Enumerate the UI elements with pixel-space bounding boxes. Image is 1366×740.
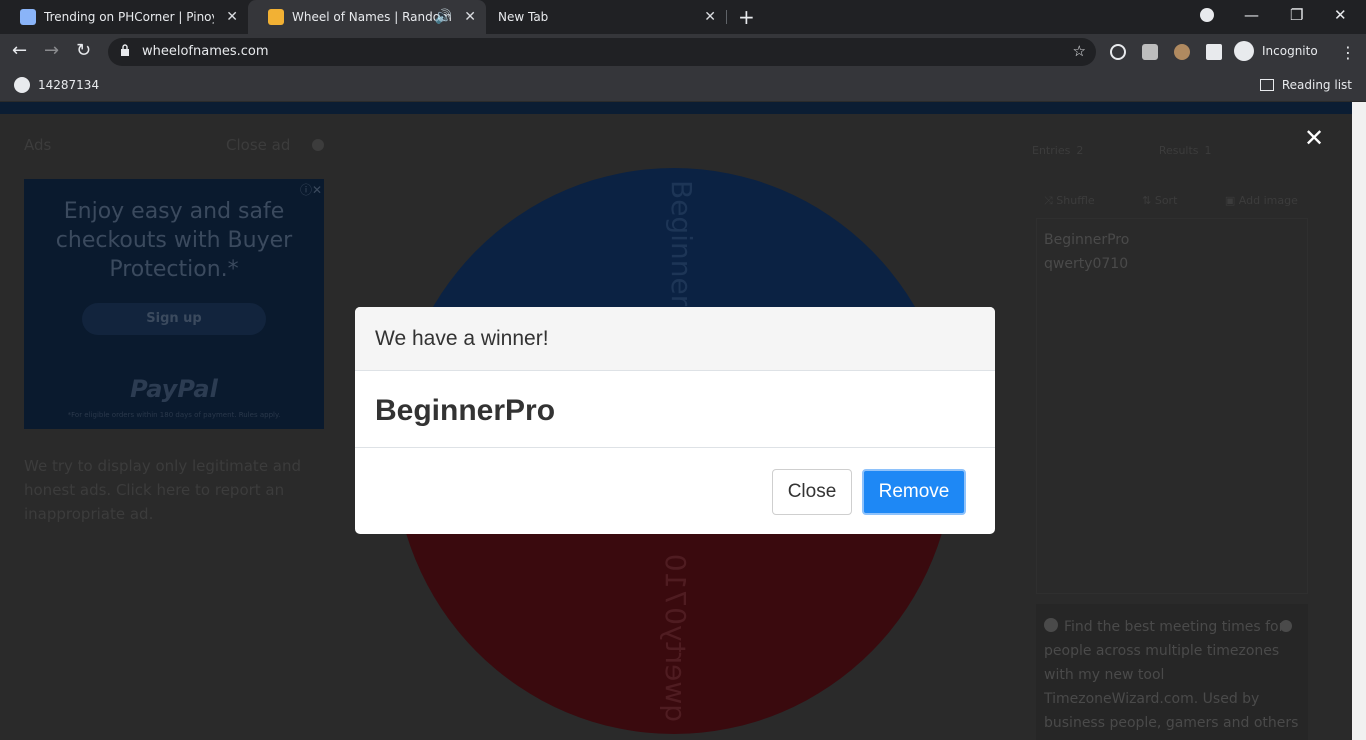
lock-icon — [121, 44, 129, 56]
tab-entries-label: Entries — [1032, 144, 1071, 157]
close-ad-link[interactable]: Close ad — [226, 136, 290, 154]
browser-toolbar: ← → ↻ wheelofnames.com ☆ Incognito ⋮ — [0, 34, 1366, 70]
tab-entries[interactable]: Entries 2 — [1032, 144, 1119, 157]
tab-phcorner[interactable]: Trending on PHCorner | Pinoy Int ✕ — [0, 0, 248, 34]
ad-signup-button[interactable]: Sign up — [82, 303, 266, 335]
new-tab-button[interactable]: + — [738, 5, 755, 29]
cookie-extension-icon[interactable] — [1174, 44, 1190, 60]
tab-search-icon[interactable] — [1200, 8, 1214, 22]
ad-headline: Enjoy easy and safe checkouts with Buyer… — [55, 199, 293, 282]
shuffle-label: Shuffle — [1056, 194, 1095, 207]
bookmark-label: 14287134 — [38, 78, 100, 92]
camera-extension-icon[interactable] — [1142, 44, 1158, 60]
sort-label: Sort — [1154, 194, 1178, 207]
winner-name: BeginnerPro — [375, 394, 556, 427]
close-tab-icon[interactable]: ✕ — [226, 9, 238, 25]
tab-separator — [726, 10, 727, 24]
winner-dialog: We have a winner! BeginnerPro Close Remo… — [355, 307, 995, 534]
ad-banner[interactable]: ⓘ✕ Enjoy easy and safe checkouts with Bu… — [24, 179, 324, 429]
overlay-close-icon[interactable]: ✕ — [1304, 126, 1324, 150]
tab-results-label: Results — [1158, 144, 1199, 157]
forward-icon[interactable]: → — [44, 40, 59, 61]
incognito-label: Incognito — [1262, 44, 1318, 58]
incognito-icon — [1234, 41, 1254, 61]
tab-title: New Tab — [498, 10, 549, 24]
panel-tabs: Entries 2 Results 1 — [1032, 144, 1284, 157]
ad-fine-print: *For eligible orders within 180 days of … — [67, 411, 281, 419]
ad-disclaimer[interactable]: We try to display only legitimate and ho… — [24, 454, 314, 526]
bookmarks-bar: 14287134 Reading list — [0, 70, 1366, 102]
results-count-badge: 1 — [1204, 144, 1212, 157]
bookmark-star-icon[interactable]: ☆ — [1073, 42, 1086, 60]
extensions-puzzle-icon[interactable] — [1206, 44, 1222, 60]
page-scrollbar[interactable] — [1352, 102, 1366, 740]
extension-wheel-icon[interactable] — [1110, 44, 1126, 60]
close-tab-icon[interactable]: ✕ — [464, 9, 476, 25]
timezone-tip: Find the best meeting times for people a… — [1036, 604, 1308, 740]
browser-menu-icon[interactable]: ⋮ — [1340, 43, 1356, 62]
back-icon[interactable]: ← — [12, 40, 27, 61]
reading-list-icon — [1259, 79, 1274, 91]
restore-icon[interactable]: ❐ — [1290, 6, 1303, 24]
shuffle-button[interactable]: ⤨ Shuffle — [1044, 194, 1117, 207]
tab-strip: Trending on PHCorner | Pinoy Int ✕ Wheel… — [0, 0, 1366, 34]
add-image-label: Add image — [1238, 194, 1298, 207]
wheel-label-qwerty0710: qwerty0710 — [659, 554, 692, 722]
url-text: wheelofnames.com — [142, 44, 269, 59]
dialog-title: We have a winner! — [375, 327, 549, 350]
dialog-body: BeginnerPro — [355, 372, 995, 448]
entry-actions: ⤨ Shuffle ⇅ Sort ▣ Add image — [1044, 194, 1342, 208]
window-close-icon[interactable]: ✕ — [1334, 6, 1347, 24]
close-tab-icon[interactable]: ✕ — [704, 9, 716, 25]
globe-icon — [14, 77, 30, 93]
site-header-strip — [0, 102, 1352, 114]
entries-count-badge: 2 — [1076, 144, 1084, 157]
incognito-indicator[interactable]: Incognito — [1234, 41, 1318, 61]
entry-item: qwerty0710 — [1044, 256, 1129, 272]
speaker-icon[interactable]: 🔊 — [435, 9, 452, 25]
ads-label: Ads — [24, 136, 52, 154]
tab-title: Trending on PHCorner | Pinoy Int — [44, 10, 214, 24]
tab-title: Wheel of Names | Random n — [292, 10, 452, 24]
reading-list-label: Reading list — [1281, 78, 1352, 92]
bookmark-item[interactable]: 14287134 — [14, 77, 99, 93]
close-button[interactable]: Close — [772, 469, 852, 515]
close-ad-icon[interactable] — [312, 139, 324, 151]
add-image-button[interactable]: ▣ Add image — [1225, 194, 1320, 207]
reload-icon[interactable]: ↻ — [76, 40, 91, 61]
reading-list-button[interactable]: Reading list — [1259, 78, 1352, 92]
tab-wheel-of-names[interactable]: Wheel of Names | Random n 🔊 ✕ — [248, 0, 486, 34]
ad-choices-icon[interactable]: ⓘ✕ — [300, 181, 322, 198]
paypal-logo: PayPal — [130, 375, 218, 403]
address-bar[interactable]: wheelofnames.com ☆ — [108, 38, 1096, 66]
remove-button[interactable]: Remove — [862, 469, 966, 515]
tab-new-tab[interactable]: New Tab ✕ — [486, 0, 726, 34]
minimize-icon[interactable]: — — [1244, 6, 1259, 24]
entries-list: BeginnerPro qwerty0710 — [1044, 228, 1129, 276]
entry-item: BeginnerPro — [1044, 232, 1130, 248]
tip-text[interactable]: Find the best meeting times for people a… — [1044, 615, 1304, 735]
tab-results[interactable]: Results 1 — [1159, 144, 1248, 157]
dialog-header: We have a winner! — [355, 307, 995, 371]
sort-button[interactable]: ⇅ Sort — [1142, 194, 1199, 207]
phcorner-favicon-icon — [20, 9, 36, 25]
wheel-favicon-icon — [268, 9, 284, 25]
